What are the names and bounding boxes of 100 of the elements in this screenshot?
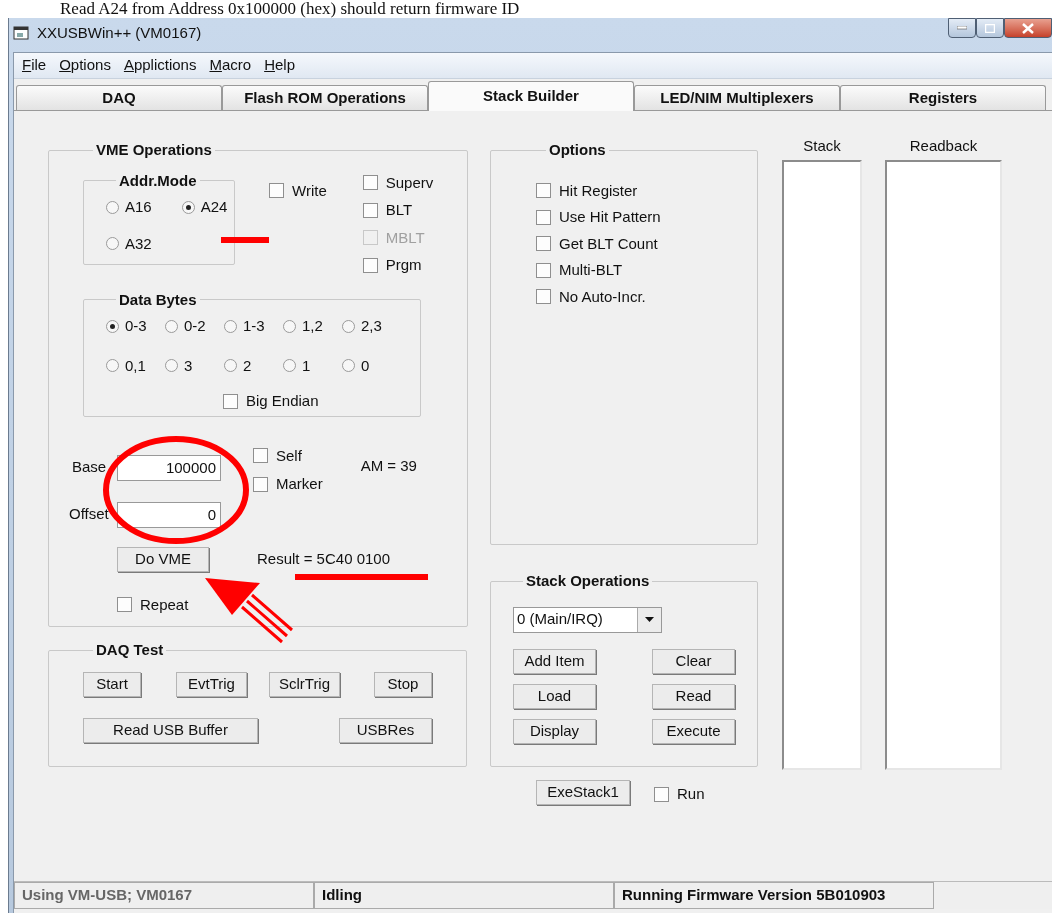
- field-label: Offset: [69, 504, 110, 525]
- checkbox[interactable]: [536, 262, 551, 278]
- radio-label: 1: [302, 355, 311, 376]
- group-title: Addr.Mode: [119, 171, 197, 189]
- checkbox-label: Run: [677, 784, 705, 804]
- group-title: Options: [549, 141, 606, 158]
- checkbox[interactable]: [654, 786, 669, 802]
- push-button[interactable]: Add Item: [513, 648, 596, 674]
- dropdown-value: 0 (Main/IRQ): [516, 609, 604, 630]
- checkbox[interactable]: [362, 257, 378, 273]
- am-value: AM = 39: [360, 455, 417, 476]
- checkbox[interactable]: [536, 209, 551, 225]
- radio-label: 0-2: [184, 316, 206, 336]
- status-text: Idling: [314, 882, 614, 909]
- push-button[interactable]: Do VME: [117, 546, 209, 572]
- tab[interactable]: Stack Builder: [428, 81, 634, 111]
- push-button[interactable]: Clear: [652, 648, 735, 674]
- checkbox-label: Use Hit Pattern: [559, 207, 661, 227]
- radio-label: 2: [243, 355, 252, 376]
- minimize-button[interactable]: [948, 18, 976, 38]
- menu-item[interactable]: Macro: [209, 54, 252, 77]
- menu-item[interactable]: Applictions: [123, 54, 197, 77]
- list-label: Readback: [909, 136, 978, 156]
- checkbox-label: Self: [276, 445, 302, 466]
- radio-button[interactable]: [106, 200, 119, 214]
- radio-label: 3: [184, 355, 193, 376]
- radio-button[interactable]: [106, 359, 119, 373]
- radio-label: 0-3: [125, 316, 147, 336]
- radio-label: A32: [125, 233, 152, 254]
- menu-item[interactable]: Help: [264, 54, 295, 77]
- checkbox-label: Multi-BLT: [559, 260, 623, 280]
- group-title: Stack Operations: [526, 572, 650, 589]
- radio-button[interactable]: [283, 359, 296, 373]
- push-button[interactable]: Read USB Buffer: [83, 717, 258, 743]
- menu-item[interactable]: Options: [59, 54, 111, 77]
- checkbox-label: Marker: [276, 474, 323, 494]
- menu-item[interactable]: File: [22, 54, 47, 77]
- radio-button[interactable]: [106, 319, 119, 333]
- radio-label: 1,2: [302, 316, 323, 336]
- radio-label: A16: [125, 197, 152, 217]
- tab[interactable]: DAQ: [16, 85, 222, 110]
- push-button[interactable]: Read: [652, 683, 735, 709]
- push-button[interactable]: USBRes: [339, 717, 432, 743]
- group-title: Data Bytes: [119, 290, 197, 308]
- push-button[interactable]: Load: [513, 683, 596, 709]
- radio-label: 0,1: [125, 355, 146, 376]
- field-label: Base: [71, 457, 108, 478]
- radio-button[interactable]: [342, 359, 355, 373]
- dropdown[interactable]: 0 (Main/IRQ): [513, 606, 662, 633]
- radio-button[interactable]: [283, 319, 296, 333]
- radio-button[interactable]: [224, 319, 237, 333]
- close-icon: [1022, 22, 1034, 34]
- checkbox[interactable]: [362, 202, 378, 218]
- close-button[interactable]: [1004, 18, 1052, 38]
- radio-button[interactable]: [224, 359, 237, 373]
- checkbox[interactable]: [536, 183, 551, 199]
- checkbox-label: Superv: [385, 172, 434, 193]
- checkbox-label: Big Endian: [246, 391, 319, 411]
- checkbox-label: BLT: [385, 200, 413, 220]
- radio-button[interactable]: [165, 359, 178, 373]
- checkbox[interactable]: [536, 236, 551, 252]
- push-button[interactable]: Execute: [652, 718, 735, 744]
- maximize-button[interactable]: [976, 18, 1004, 38]
- radio-button[interactable]: [181, 200, 195, 214]
- tab[interactable]: LED/NIM Multiplexers: [634, 85, 840, 110]
- radio-label: 1-3: [243, 316, 265, 336]
- push-button[interactable]: SclrTrig: [269, 671, 340, 697]
- checkbox[interactable]: [362, 175, 378, 191]
- list-box[interactable]: [782, 159, 862, 770]
- underline-mark: [221, 237, 269, 243]
- push-button[interactable]: EvtTrig: [176, 671, 247, 697]
- push-button[interactable]: ExeStack1: [536, 779, 630, 805]
- tab[interactable]: Flash ROM Operations: [222, 85, 428, 110]
- dropdown-arrow-icon: [645, 617, 654, 622]
- checkbox-label: MBLT: [385, 227, 425, 248]
- checkbox[interactable]: [536, 289, 551, 305]
- checkbox[interactable]: [117, 597, 132, 613]
- tab[interactable]: Registers: [840, 85, 1046, 110]
- checkbox[interactable]: [253, 448, 268, 464]
- result-text: Result = 5C40 0100: [257, 548, 390, 569]
- input-field[interactable]: 0: [117, 501, 221, 528]
- checkbox-label: No Auto-Incr.: [559, 286, 646, 307]
- checkbox[interactable]: [269, 183, 284, 199]
- radio-label: 0: [361, 355, 370, 376]
- checkbox[interactable]: [223, 393, 238, 409]
- radio-button[interactable]: [106, 237, 119, 251]
- checkbox-label: Get BLT Count: [559, 233, 658, 254]
- input-field[interactable]: 100000: [117, 454, 221, 481]
- checkbox-label: Prgm: [385, 255, 422, 275]
- radio-button[interactable]: [342, 319, 355, 333]
- push-button[interactable]: Stop: [374, 671, 432, 697]
- push-button[interactable]: Display: [513, 718, 596, 744]
- list-box[interactable]: [885, 159, 1002, 770]
- app-icon: [13, 26, 29, 40]
- status-text: Running Firmware Version 5B010903: [614, 882, 934, 909]
- checkbox-label: Write: [292, 180, 327, 201]
- checkbox[interactable]: [253, 476, 268, 492]
- list-label: Stack: [803, 136, 841, 156]
- radio-button[interactable]: [165, 319, 178, 333]
- push-button[interactable]: Start: [83, 671, 141, 697]
